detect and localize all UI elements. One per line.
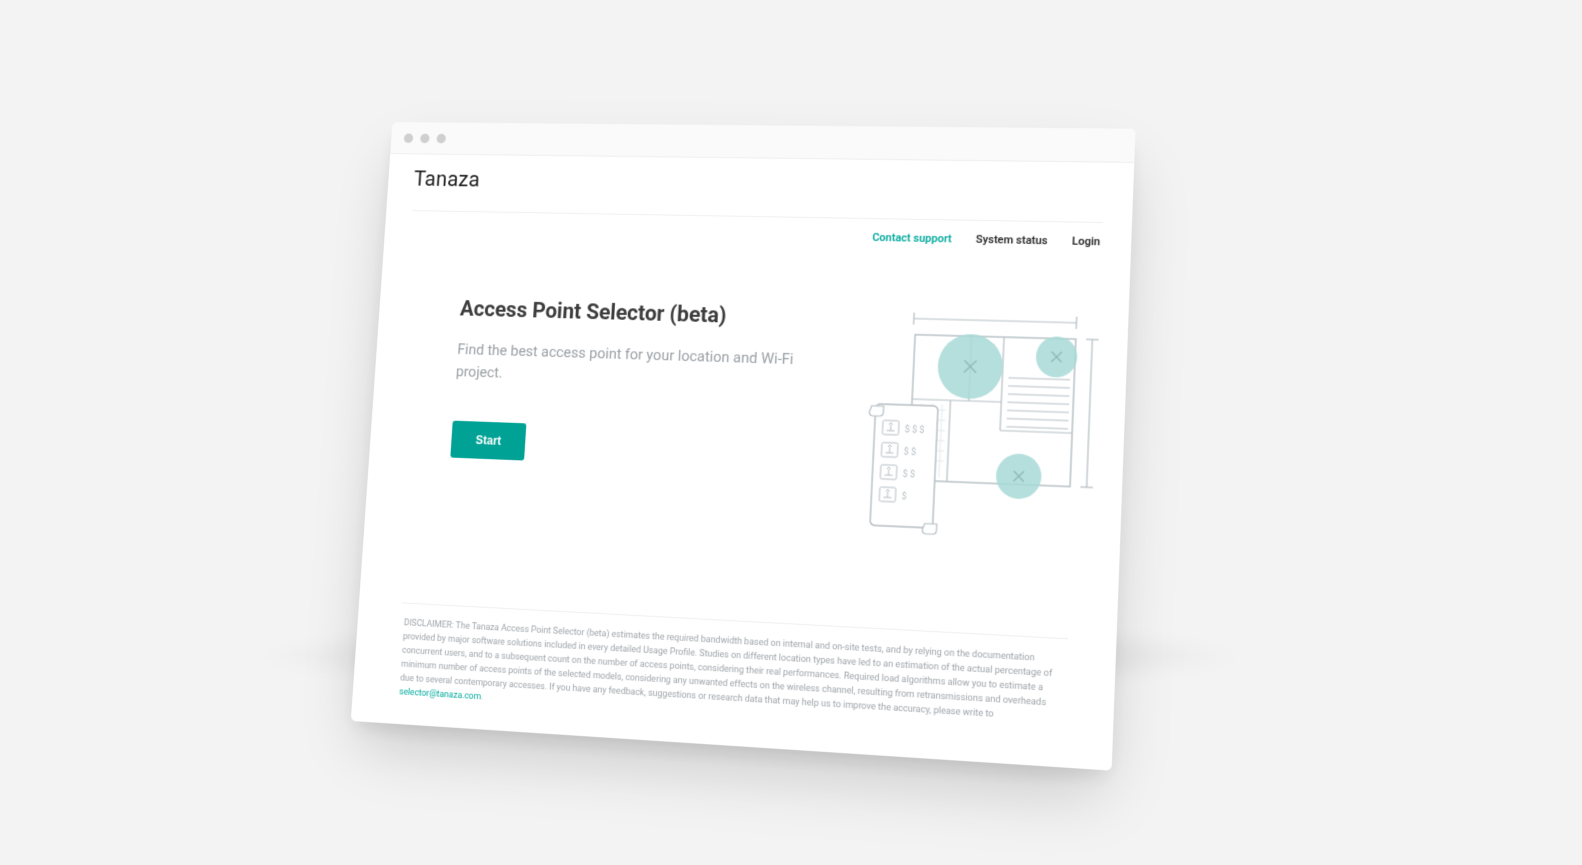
- hero-illustration: $ $ $ $ $ $ $ $: [843, 307, 1108, 550]
- window-control-minimize-icon[interactable]: [420, 133, 430, 143]
- disclaimer-suffix: .: [481, 692, 484, 702]
- window-control-zoom-icon[interactable]: [436, 133, 446, 143]
- window-control-close-icon[interactable]: [404, 133, 414, 143]
- brand-logo: Tanaza: [413, 168, 1105, 202]
- browser-window: Tanaza Contact support System status Log…: [351, 122, 1136, 770]
- svg-text:$ $: $ $: [902, 469, 915, 481]
- page-subtitle: Find the best access point for your loca…: [455, 338, 801, 394]
- nav-login[interactable]: Login: [1072, 235, 1101, 249]
- svg-text:$ $ $: $ $ $: [904, 424, 924, 436]
- nav-contact-support[interactable]: Contact support: [872, 231, 952, 245]
- svg-text:$: $: [901, 491, 907, 503]
- svg-text:$ $: $ $: [903, 446, 916, 458]
- disclaimer-email-link[interactable]: selector@tanaza.com: [399, 687, 481, 702]
- floorplan-illustration-icon: $ $ $ $ $ $ $ $: [843, 307, 1108, 550]
- start-button[interactable]: Start: [450, 420, 526, 460]
- disclaimer-text: DISCLAIMER: The Tanaza Access Point Sele…: [400, 618, 1053, 719]
- nav-system-status[interactable]: System status: [976, 233, 1048, 247]
- disclaimer: DISCLAIMER: The Tanaza Access Point Sele…: [395, 602, 1069, 748]
- page-title: Access Point Selector (beta): [459, 297, 833, 331]
